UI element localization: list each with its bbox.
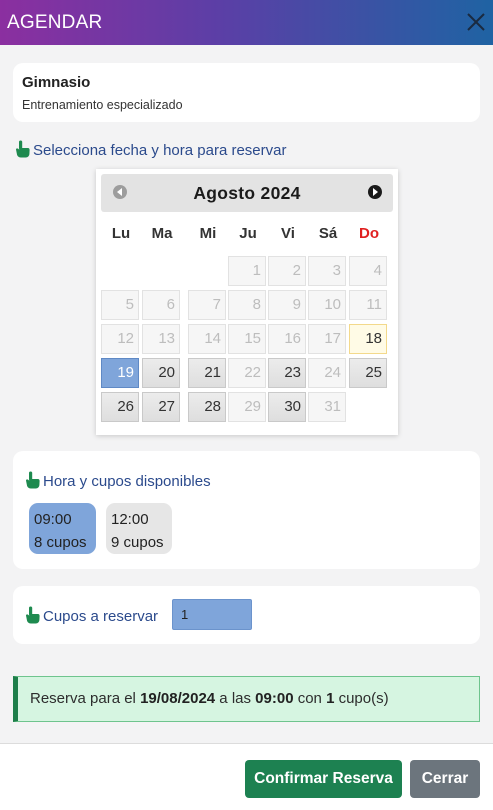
calendar-day: 5: [101, 290, 139, 320]
calendar-day: 12: [101, 324, 139, 354]
weekday-label: Mi: [199, 225, 217, 242]
close-button[interactable]: Cerrar: [410, 760, 480, 798]
modal-body: Gimnasio Entrenamiento especializado Sel…: [0, 45, 493, 743]
date-picker: Agosto 2024 Lu Ma Mi Ju Vi Sá Do 1 2 3 4 5 6 7 8 9 10 11…: [96, 169, 398, 435]
weekday-label: Sá: [318, 225, 338, 242]
calendar-day[interactable]: 25: [349, 358, 387, 388]
slots-title-text: Hora y cupos disponibles: [43, 473, 211, 490]
cupos-label-text: Cupos a reservar: [43, 608, 159, 625]
select-date-hint-text: Selecciona fecha y hora para reservar: [33, 142, 287, 159]
slot-time: 12:00: [111, 511, 149, 528]
calendar-day: 29: [228, 392, 266, 422]
slot-cupos: 9 cupos: [111, 534, 164, 551]
pointing-hand-icon: [26, 471, 40, 489]
calendar-day[interactable]: 20: [142, 358, 180, 388]
summary-date: 19/08/2024: [140, 690, 216, 707]
calendar-day: 24: [308, 358, 346, 388]
calendar-day: 9: [268, 290, 306, 320]
calendar-day: 18: [349, 324, 387, 354]
summary-prefix: Reserva para el: [30, 690, 141, 707]
summary-suffix: cupo(s): [334, 690, 389, 707]
time-slot-0900[interactable]: 09:00 8 cupos: [29, 503, 96, 554]
close-icon[interactable]: [463, 9, 489, 35]
reservation-summary: Reserva para el 19/08/2024 a las 09:00 c…: [13, 676, 480, 722]
calendar-day: 10: [308, 290, 346, 320]
weekday-label: Ma: [151, 225, 173, 242]
time-slot-1200[interactable]: 12:00 9 cupos: [106, 503, 172, 554]
calendar-day: 13: [142, 324, 180, 354]
calendar-day: 15: [228, 324, 266, 354]
calendar-day: 4: [349, 256, 387, 286]
calendar-day[interactable]: 30: [268, 392, 306, 422]
calendar-day[interactable]: 23: [268, 358, 306, 388]
summary-mid2: con: [293, 690, 327, 707]
slot-time: 09:00: [34, 511, 72, 528]
calendar-month-label: Agosto 2024: [193, 183, 301, 203]
calendar-day[interactable]: 27: [142, 392, 180, 422]
pointing-hand-icon: [16, 140, 30, 158]
summary-time: 09:00: [255, 690, 294, 707]
calendar-day[interactable]: 26: [101, 392, 139, 422]
calendar-day: 16: [268, 324, 306, 354]
modal-title: AGENDAR: [7, 11, 103, 33]
calendar-day: 6: [142, 290, 180, 320]
weekday-label: Do: [359, 225, 379, 242]
summary-mid: a las: [215, 690, 256, 707]
confirm-reservation-button[interactable]: Confirmar Reserva: [245, 760, 402, 798]
next-month-icon[interactable]: [368, 185, 382, 199]
cupos-card: Cupos a reservar 1: [13, 586, 480, 644]
calendar-day: 31: [308, 392, 346, 422]
calendar-day: 22: [228, 358, 266, 388]
slots-card: Hora y cupos disponibles 09:00 8 cupos 1…: [13, 451, 480, 569]
calendar-header: Agosto 2024: [101, 174, 393, 212]
calendar-day: 11: [349, 290, 387, 320]
calendar-day[interactable]: 19: [101, 358, 139, 388]
weekday-label: Vi: [281, 225, 295, 242]
calendar-day: 14: [188, 324, 226, 354]
calendar-day: 3: [308, 256, 346, 286]
calendar-day[interactable]: 28: [188, 392, 226, 422]
calendar-day: 7: [188, 290, 226, 320]
calendar-day: 17: [308, 324, 346, 354]
gym-card: Gimnasio Entrenamiento especializado: [13, 63, 480, 122]
slot-cupos: 8 cupos: [34, 534, 87, 551]
gym-subtitle: Entrenamiento especializado: [22, 98, 183, 112]
cupos-label: Cupos a reservar: [24, 606, 158, 625]
slots-title: Hora y cupos disponibles: [24, 471, 211, 490]
modal-footer: Confirmar Reserva Cerrar: [0, 743, 493, 810]
weekday-label: Ju: [239, 225, 257, 242]
calendar-day: 8: [228, 290, 266, 320]
calendar-day: 1: [228, 256, 266, 286]
modal-header: AGENDAR: [0, 0, 493, 45]
gym-name: Gimnasio: [22, 74, 91, 91]
calendar-day: 2: [268, 256, 306, 286]
calendar-day[interactable]: 21: [188, 358, 226, 388]
cupos-input[interactable]: 1: [172, 599, 252, 630]
weekday-label: Lu: [111, 225, 131, 242]
select-date-hint: Selecciona fecha y hora para reservar: [14, 140, 286, 159]
pointing-hand-icon: [26, 606, 40, 624]
